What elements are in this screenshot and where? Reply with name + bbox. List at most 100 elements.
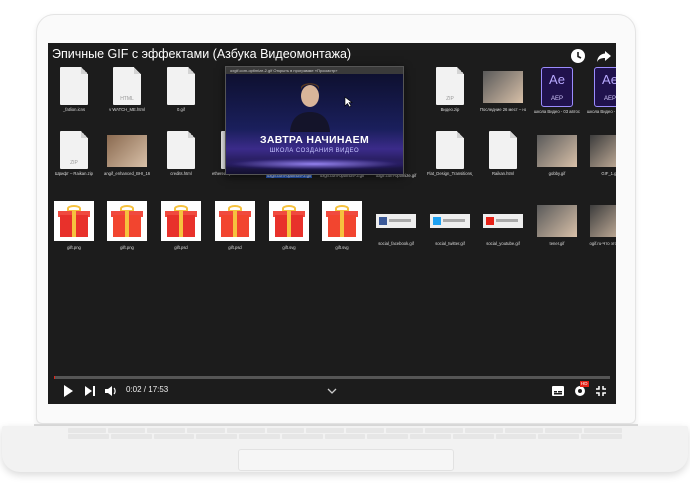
image-thumbnail bbox=[537, 135, 577, 167]
file-item[interactable]: ogif.ru-Что это за ф... bbox=[587, 201, 616, 246]
video-title[interactable]: Эпичные GIF с эффектами (Азбука Видеомон… bbox=[52, 47, 351, 61]
file-item[interactable]: AeAEP школа Видео - 03 автосохранение 1.a… bbox=[534, 67, 580, 114]
time-display: 0:02 / 17:53 bbox=[126, 385, 169, 394]
file-type-label: ZIP bbox=[446, 96, 454, 102]
social-banner-thumbnail bbox=[376, 214, 416, 228]
fullscreen-exit-icon[interactable] bbox=[595, 384, 607, 398]
file-name: школа Видео - 03 автосохранение 2.aep bbox=[587, 109, 616, 114]
preview-headline: ЗАВТРА НАЧИНАЕМ bbox=[259, 134, 370, 146]
volume-icon[interactable] bbox=[104, 384, 118, 398]
preview-image: ЗАВТРА НАЧИНАЕМ ШКОЛА СОЗДАНИЯ ВИДЕО bbox=[226, 74, 403, 174]
document-icon bbox=[167, 67, 195, 105]
file-name: gift.svg bbox=[335, 245, 349, 250]
image-thumbnail bbox=[537, 205, 577, 237]
file-name: Последние 26 мест – нар.gif bbox=[480, 107, 526, 112]
presenter-figure bbox=[290, 83, 330, 132]
file-item[interactable]: _fatlion.icns bbox=[51, 67, 97, 112]
file-type-label: ZIP bbox=[70, 160, 78, 166]
file-item[interactable]: angif_enhanced_BHI_162045.2016_1.gif bbox=[104, 131, 150, 176]
file-name: credits.html bbox=[170, 171, 192, 176]
file-item[interactable]: gift.psd bbox=[212, 201, 258, 250]
next-icon[interactable] bbox=[84, 384, 96, 398]
file-name: angif_enhanced_BHI_162045.2016_1.gif bbox=[104, 171, 150, 176]
file-name: social_youtube.gif bbox=[486, 241, 520, 246]
video-player[interactable]: Эпичные GIF с эффектами (Азбука Видеомон… bbox=[48, 43, 616, 404]
image-thumbnail bbox=[590, 135, 616, 167]
file-item[interactable]: gift.png bbox=[104, 201, 150, 250]
file-name: gift.svg bbox=[282, 245, 296, 250]
social-banner-thumbnail bbox=[430, 214, 470, 228]
file-item[interactable]: GIF_1.gif bbox=[587, 131, 616, 176]
file-item[interactable]: ZIP Шрифт – Raikan.zip bbox=[51, 131, 97, 176]
file-name: Видео.zip bbox=[440, 107, 460, 112]
image-thumbnail bbox=[107, 135, 147, 167]
file-item[interactable]: tener.gif bbox=[534, 201, 580, 246]
file-item[interactable]: Raikan.html bbox=[480, 131, 526, 176]
after-effects-icon: Ae AEP bbox=[594, 67, 616, 107]
file-name: tener.gif bbox=[549, 241, 565, 246]
file-item[interactable]: credits.html bbox=[158, 131, 204, 176]
file-name: ogif.ru-Что это за ф... bbox=[589, 241, 616, 246]
play-icon[interactable] bbox=[62, 384, 74, 398]
clock-icon[interactable] bbox=[570, 48, 586, 64]
file-item[interactable]: gift.svg bbox=[266, 201, 312, 250]
gift-icon bbox=[322, 201, 362, 241]
file-name: social_twitter.gif bbox=[435, 241, 465, 246]
preview-subline: ШКОЛА СОЗДАНИЯ ВИДЕО bbox=[269, 148, 360, 154]
document-icon: ZIP bbox=[436, 67, 464, 105]
file-name: 0.gif bbox=[177, 107, 185, 112]
file-item[interactable]: 0.gif bbox=[158, 67, 204, 112]
player-controls: 0:02 / 17:53 HD bbox=[48, 376, 616, 404]
file-item[interactable]: Последние 26 мест – нар.gif bbox=[480, 67, 526, 112]
subtitles-icon[interactable] bbox=[551, 384, 565, 398]
cursor-icon bbox=[344, 96, 353, 108]
file-item[interactable]: Flat_Design_Transitions_Pack_03.gif bbox=[427, 131, 473, 176]
file-name: _fatlion.icns bbox=[62, 107, 86, 112]
file-name: Шрифт – Raikan.zip bbox=[55, 171, 93, 176]
file-item[interactable]: gobby.gif bbox=[534, 131, 580, 176]
file-name: Flat_Design_Transitions_Pack_03.gif bbox=[427, 171, 473, 176]
file-name: gift.png bbox=[120, 245, 134, 250]
quicklook-preview[interactable]: oxgif.com-optimize-2.gif Открыть в прогр… bbox=[225, 66, 404, 175]
file-name: gift.png bbox=[67, 245, 81, 250]
file-item[interactable]: gift.psd bbox=[158, 201, 204, 250]
file-item[interactable]: social_youtube.gif bbox=[480, 201, 526, 246]
file-name: social_facebook.gif bbox=[378, 241, 414, 246]
file-name: GIF_1.gif bbox=[601, 171, 616, 176]
image-thumbnail bbox=[590, 205, 616, 237]
progress-bar[interactable] bbox=[54, 376, 610, 379]
file-item[interactable]: social_twitter.gif bbox=[427, 201, 473, 246]
preview-titlebar[interactable]: oxgif.com-optimize-2.gif Открыть в прогр… bbox=[226, 67, 403, 74]
file-type-label: HTML bbox=[120, 96, 134, 102]
document-icon bbox=[436, 131, 464, 169]
settings-badge: HD bbox=[580, 381, 589, 387]
file-name: v WATCH_ME.html bbox=[109, 107, 145, 112]
document-icon: ZIP bbox=[60, 131, 88, 169]
file-type-label: AEP bbox=[603, 96, 616, 102]
file-item[interactable]: AeAEP школа Видео - 03 автосохранение 2.a… bbox=[587, 67, 616, 114]
file-item[interactable]: gift.png bbox=[51, 201, 97, 250]
file-name: Raikan.html bbox=[491, 171, 515, 176]
gift-icon bbox=[107, 201, 147, 241]
file-name: gift.psd bbox=[174, 245, 188, 250]
file-type-label: AEP bbox=[550, 96, 563, 102]
document-icon: HTML bbox=[113, 67, 141, 105]
preview-glow bbox=[226, 158, 403, 170]
image-thumbnail bbox=[483, 71, 523, 103]
file-item[interactable]: gift.svg bbox=[319, 201, 365, 250]
settings-icon[interactable]: HD bbox=[573, 381, 589, 398]
share-icon[interactable] bbox=[596, 48, 612, 64]
file-item[interactable]: social_facebook.gif bbox=[373, 201, 419, 246]
gift-icon bbox=[269, 201, 309, 241]
file-name: gobby.gif bbox=[548, 171, 566, 176]
top-icons bbox=[570, 48, 612, 64]
gift-icon bbox=[215, 201, 255, 241]
gift-icon bbox=[161, 201, 201, 241]
file-name: gift.psd bbox=[228, 245, 242, 250]
social-banner-thumbnail bbox=[483, 214, 523, 228]
chevron-down-icon[interactable] bbox=[327, 382, 337, 396]
progress-fill bbox=[54, 376, 56, 379]
file-item[interactable]: ZIP Видео.zip bbox=[427, 67, 473, 112]
file-item[interactable]: HTML v WATCH_ME.html bbox=[104, 67, 150, 112]
document-icon bbox=[60, 67, 88, 105]
